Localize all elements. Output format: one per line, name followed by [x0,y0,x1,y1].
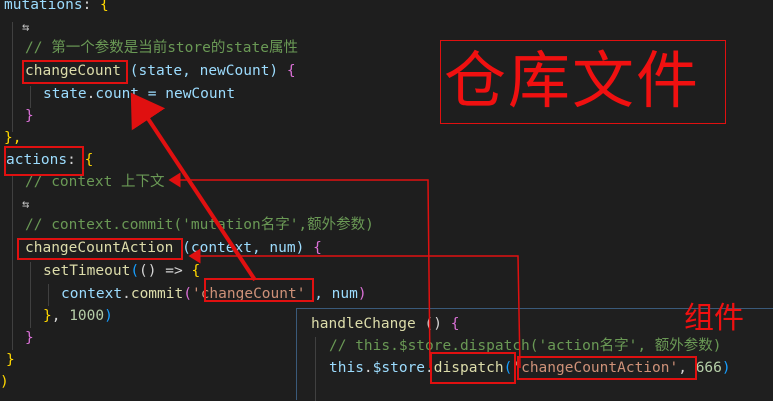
connector-arg-to-action [188,248,521,369]
arrow-to-mutation [130,92,257,282]
arrow-overlay [130,92,521,369]
